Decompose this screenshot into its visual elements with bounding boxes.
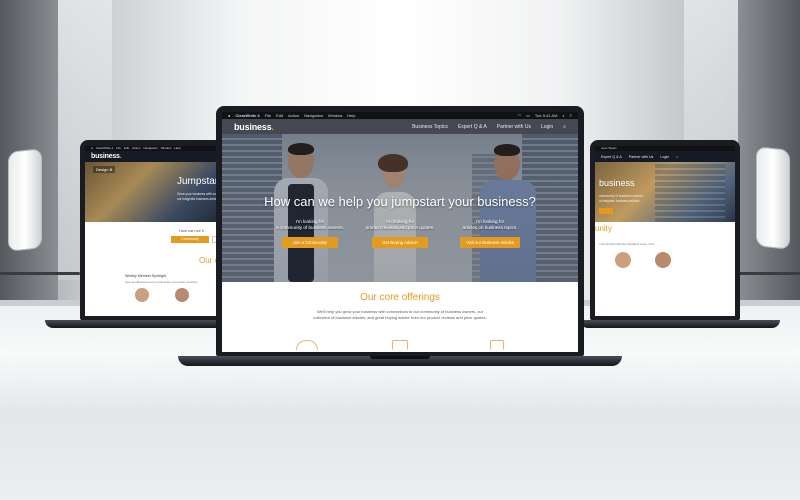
menu-window[interactable]: Window [328, 112, 342, 119]
offerings-description: We'll help you grow your business with c… [290, 309, 510, 320]
offerings-section: Our core offerings We'll help you grow y… [222, 282, 578, 352]
menubar-clock[interactable]: Tue 9:41 AM [535, 112, 558, 119]
menu-navigation[interactable]: Navigation [304, 112, 323, 119]
site-logo[interactable]: business. [91, 153, 122, 160]
nav-login[interactable]: Login [660, 155, 669, 159]
search-icon[interactable]: ⌕ [563, 124, 566, 130]
search-icon[interactable]: ⌕ [562, 112, 564, 119]
member-avatar [135, 288, 149, 302]
search-icon[interactable]: ⌕ [676, 155, 678, 159]
menu-list-icon[interactable]: ≡ [570, 112, 572, 119]
member-avatar [655, 252, 671, 268]
hero-banner: How can we help you jumpstart your busin… [222, 134, 578, 282]
nav-login[interactable]: Login [541, 124, 553, 130]
site-header: business. Business Topics Expert Q & A P… [222, 119, 578, 134]
menu-edit[interactable]: Edit [276, 112, 283, 119]
menubar-app[interactable]: ClearWhite 4 [235, 112, 259, 119]
spotlight-title: Weekly Member Spotlight [125, 274, 166, 278]
cart-icon [392, 340, 408, 350]
chair-left-base [0, 272, 80, 275]
nav-partner[interactable]: Partner with Us [497, 124, 531, 130]
menu-file[interactable]: File [265, 112, 271, 119]
design-label: Design B [93, 166, 115, 173]
nav-business-topics[interactable]: Business Topics [412, 124, 448, 130]
main-nav: Business Topics Expert Q & A Partner wit… [412, 124, 566, 130]
business-articles-button[interactable]: Visit our Business Articles [460, 237, 520, 248]
laptop-center-screen: ● ClearWhite 4 File Edit Action Navigati… [222, 112, 578, 352]
site-logo[interactable]: business. [234, 122, 274, 132]
nav-partner[interactable]: Partner with Us [629, 155, 654, 159]
chair-left [8, 148, 42, 252]
cta-articles-text: I'm looking for articles on business top… [435, 219, 545, 231]
join-community-button[interactable]: Join a Community! [282, 237, 338, 248]
buying-advice-button[interactable]: Get Buying Advice! [372, 237, 428, 248]
battery-icon[interactable]: ▭ [526, 112, 530, 119]
laptop-center: ● ClearWhite 4 File Edit Action Navigati… [178, 106, 622, 370]
document-icon [490, 340, 504, 350]
offerings-title: Our core offerings [222, 292, 578, 303]
nav-expert-qa[interactable]: Expert Q & A [458, 124, 487, 130]
menu-action[interactable]: Action [288, 112, 299, 119]
cta-articles: I'm looking for articles on business top… [435, 219, 545, 249]
menu-help[interactable]: Help [347, 112, 355, 119]
hero-title: How can we help you jumpstart your busin… [222, 194, 578, 209]
apple-icon[interactable]: ● [228, 112, 230, 119]
wifi-icon[interactable]: ◠ [518, 112, 522, 119]
handshake-icon [296, 340, 318, 350]
mac-menubar: ● ClearWhite 4 File Edit Action Navigati… [222, 112, 578, 119]
